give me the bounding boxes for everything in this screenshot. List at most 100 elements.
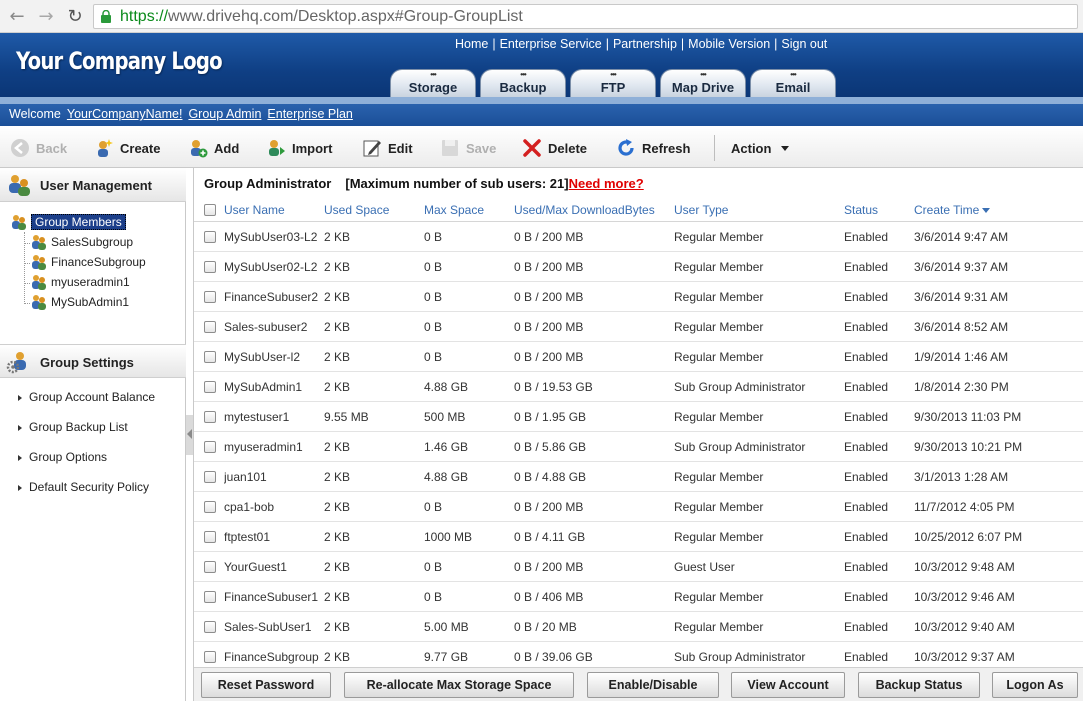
refresh-button[interactable]: Refresh	[616, 137, 690, 159]
row-checkbox[interactable]	[204, 231, 216, 243]
cell-max-space: 0 B	[424, 590, 443, 604]
tree-item-mysubadmin1[interactable]: MySubAdmin1	[30, 293, 129, 311]
table-row[interactable]: juan101 2 KB 4.88 GB 0 B / 4.88 GB Regular M…	[194, 462, 1083, 492]
link-group-admin[interactable]: Group Admin	[188, 107, 261, 121]
action-toolbar: Back Create Add Import Edit Save Delete …	[0, 126, 1083, 168]
column-header-status[interactable]: Status	[844, 203, 878, 217]
add-button[interactable]: Add	[188, 137, 239, 159]
address-bar[interactable]: https://www.drivehq.com/Desktop.aspx#Gro…	[93, 4, 1078, 29]
need-more-link[interactable]: Need more?	[569, 176, 644, 191]
settings-item-default-security-policy[interactable]: Default Security Policy	[18, 480, 149, 494]
link-enterprise-plan[interactable]: Enterprise Plan	[267, 107, 352, 121]
cell-status: Enabled	[844, 530, 889, 544]
cell-user-name: cpa1-bob	[224, 500, 275, 514]
back-button[interactable]: Back	[10, 137, 67, 159]
link-sign-out[interactable]: Sign out	[781, 37, 827, 51]
row-checkbox[interactable]	[204, 651, 216, 663]
table-row[interactable]: MySubAdmin1 2 KB 4.88 GB 0 B / 19.53 GB Sub …	[194, 372, 1083, 402]
cell-download-bytes: 0 B / 5.86 GB	[514, 440, 587, 454]
browser-back-icon[interactable]: ←	[6, 6, 28, 28]
view-account-button[interactable]: View Account	[731, 672, 845, 698]
row-checkbox[interactable]	[204, 591, 216, 603]
user-management-header[interactable]: User Management	[0, 168, 186, 202]
column-header-used-space[interactable]: Used Space	[324, 203, 389, 217]
reallocate-storage-button[interactable]: Re-allocate Max Storage Space	[344, 672, 574, 698]
create-button[interactable]: Create	[94, 137, 160, 159]
delete-button[interactable]: Delete	[522, 137, 587, 159]
row-checkbox[interactable]	[204, 531, 216, 543]
link-home[interactable]: Home	[455, 37, 488, 51]
cell-status: Enabled	[844, 410, 889, 424]
settings-item-group-options[interactable]: Group Options	[18, 450, 107, 464]
column-header-user-type[interactable]: User Type	[674, 203, 728, 217]
import-button[interactable]: Import	[266, 137, 332, 159]
tab-ftp[interactable]: ••• FTP	[570, 69, 656, 97]
row-checkbox[interactable]	[204, 381, 216, 393]
table-row[interactable]: MySubUser02-L2 2 KB 0 B 0 B / 200 MB Regular…	[194, 252, 1083, 282]
settings-item-group-account-balance[interactable]: Group Account Balance	[18, 390, 155, 404]
table-row[interactable]: FinanceSubuser1 2 KB 0 B 0 B / 406 MB Regula…	[194, 582, 1083, 612]
table-row[interactable]: MySubUser03-L2 2 KB 0 B 0 B / 200 MB Regular…	[194, 222, 1083, 252]
group-settings-icon	[6, 352, 26, 374]
arrow-right-icon	[18, 394, 22, 401]
tab-email[interactable]: ••• Email	[750, 69, 836, 97]
column-header-max-space[interactable]: Max Space	[424, 203, 484, 217]
table-row[interactable]: mytestuser1 9.55 MB 500 MB 0 B / 1.95 GB Reg…	[194, 402, 1083, 432]
table-row[interactable]: Sales-subuser2 2 KB 0 B 0 B / 200 MB Regular…	[194, 312, 1083, 342]
tree-item-salessubgroup[interactable]: SalesSubgroup	[30, 233, 133, 251]
tab-map-drive[interactable]: ••• Map Drive	[660, 69, 746, 97]
cell-user-name: MySubUser-l2	[224, 350, 301, 364]
table-row[interactable]: Sales-SubUser1 2 KB 5.00 MB 0 B / 20 MB Regu…	[194, 612, 1083, 642]
row-checkbox[interactable]	[204, 321, 216, 333]
edit-button[interactable]: Edit	[362, 137, 413, 159]
row-checkbox[interactable]	[204, 561, 216, 573]
group-settings-header[interactable]: Group Settings	[0, 344, 186, 378]
tree-item-financesubgroup[interactable]: FinanceSubgroup	[30, 253, 146, 271]
cell-download-bytes: 0 B / 20 MB	[514, 620, 577, 634]
cell-used-space: 9.55 MB	[324, 410, 369, 424]
tab-storage[interactable]: ••• Storage	[390, 69, 476, 97]
table-row[interactable]: myuseradmin1 2 KB 1.46 GB 0 B / 5.86 GB Sub …	[194, 432, 1083, 462]
browser-reload-icon[interactable]: ↻	[64, 6, 86, 28]
cell-download-bytes: 0 B / 19.53 GB	[514, 380, 593, 394]
column-header-download-bytes[interactable]: Used/Max DownloadBytes	[514, 203, 655, 217]
save-button[interactable]: Save	[440, 137, 496, 159]
cell-user-type: Regular Member	[674, 470, 764, 484]
cell-user-type: Regular Member	[674, 410, 764, 424]
table-row[interactable]: cpa1-bob 2 KB 0 B 0 B / 200 MB Regular Membe…	[194, 492, 1083, 522]
row-checkbox[interactable]	[204, 501, 216, 513]
link-enterprise-service[interactable]: Enterprise Service	[500, 37, 602, 51]
enable-disable-button[interactable]: Enable/Disable	[587, 672, 719, 698]
column-header-user-name[interactable]: User Name	[224, 203, 322, 217]
link-mobile-version[interactable]: Mobile Version	[688, 37, 770, 51]
table-row[interactable]: YourGuest1 2 KB 0 B 0 B / 200 MB Guest User E…	[194, 552, 1083, 582]
tab-backup[interactable]: ••• Backup	[480, 69, 566, 97]
row-checkbox[interactable]	[204, 441, 216, 453]
collapse-sidebar-handle[interactable]	[186, 415, 193, 455]
row-checkbox[interactable]	[204, 291, 216, 303]
row-checkbox[interactable]	[204, 351, 216, 363]
row-checkbox[interactable]	[204, 471, 216, 483]
table-row[interactable]: ftptest01 2 KB 1000 MB 0 B / 4.11 GB Regular…	[194, 522, 1083, 552]
reset-password-button[interactable]: Reset Password	[201, 672, 331, 698]
logon-as-button[interactable]: Logon As	[992, 672, 1078, 698]
backup-status-button[interactable]: Backup Status	[858, 672, 980, 698]
row-checkbox[interactable]	[204, 411, 216, 423]
row-checkbox[interactable]	[204, 621, 216, 633]
link-company-name[interactable]: YourCompanyName!	[67, 107, 183, 121]
tree-item-group-members[interactable]: Group Members	[10, 213, 126, 231]
cell-create-time: 10/3/2012 9:37 AM	[914, 650, 1015, 664]
link-partnership[interactable]: Partnership	[613, 37, 677, 51]
arrow-right-icon	[18, 424, 22, 431]
table-row[interactable]: FinanceSubuser2 2 KB 0 B 0 B / 200 MB Regula…	[194, 282, 1083, 312]
tree-item-myuseradmin1[interactable]: myuseradmin1	[30, 273, 130, 291]
action-menu-button[interactable]: Action	[731, 137, 790, 159]
cell-download-bytes: 0 B / 4.11 GB	[514, 530, 586, 544]
table-row[interactable]: MySubUser-l2 2 KB 0 B 0 B / 200 MB Regular M…	[194, 342, 1083, 372]
browser-forward-icon[interactable]: →	[35, 6, 57, 28]
cell-user-name: Sales-SubUser1	[224, 620, 312, 634]
select-all-checkbox[interactable]	[204, 204, 216, 216]
settings-item-group-backup-list[interactable]: Group Backup List	[18, 420, 128, 434]
row-checkbox[interactable]	[204, 261, 216, 273]
column-header-create-time[interactable]: Create Time	[914, 203, 991, 217]
